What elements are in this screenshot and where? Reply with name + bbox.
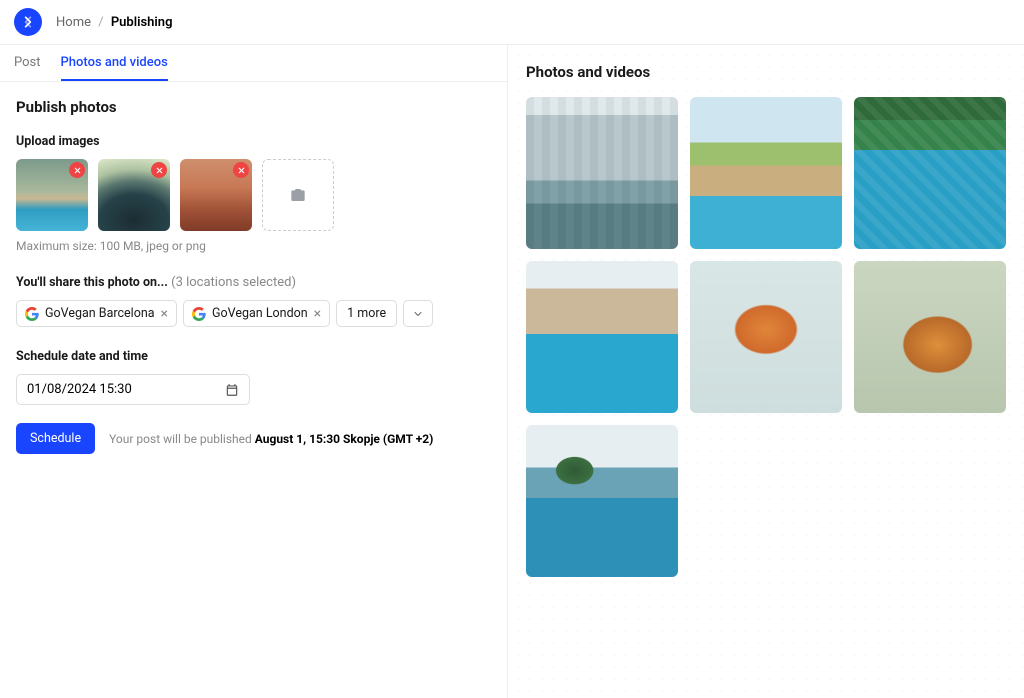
app-logo[interactable]	[14, 8, 42, 36]
publish-hint: Your post will be published August 1, 15…	[109, 432, 433, 446]
upload-thumb[interactable]	[16, 159, 88, 231]
schedule-input-wrapper[interactable]	[16, 374, 250, 405]
upload-hint: Maximum size: 100 MB, jpeg or png	[16, 239, 491, 253]
schedule-input[interactable]	[27, 382, 225, 397]
location-chips: GoVegan Barcelona × GoVegan London × 1 more	[16, 300, 491, 327]
breadcrumb: Home / Publishing	[56, 15, 172, 30]
gallery-image	[854, 261, 1006, 413]
remove-thumb-button[interactable]	[69, 162, 85, 178]
share-label: You'll share this photo on...	[16, 275, 168, 290]
upload-dropzone[interactable]	[262, 159, 334, 231]
publish-hint-prefix: Your post will be published	[109, 432, 255, 446]
close-icon	[237, 166, 246, 175]
preview-gallery	[526, 97, 1006, 577]
tabs: Post Photos and videos	[0, 45, 507, 82]
tab-post[interactable]: Post	[14, 45, 41, 81]
location-dropdown-toggle[interactable]	[403, 300, 433, 327]
tab-photos-and-videos[interactable]: Photos and videos	[61, 45, 168, 81]
more-locations-chip[interactable]: 1 more	[336, 300, 397, 327]
gallery-image	[690, 261, 842, 413]
breadcrumb-current: Publishing	[111, 15, 173, 30]
logo-icon	[21, 15, 35, 29]
upload-thumb[interactable]	[98, 159, 170, 231]
calendar-icon	[225, 383, 239, 397]
camera-icon	[290, 187, 306, 203]
left-panel: Post Photos and videos Publish photos Up…	[0, 45, 508, 698]
gallery-food-plate[interactable]	[854, 261, 1006, 413]
schedule-button[interactable]: Schedule	[16, 423, 95, 454]
location-chip[interactable]: GoVegan Barcelona ×	[16, 300, 177, 327]
gallery-smoothie-fruit[interactable]	[690, 261, 842, 413]
gallery-image	[526, 97, 678, 249]
chip-remove-button[interactable]: ×	[314, 307, 321, 321]
google-icon	[192, 307, 206, 321]
gallery-infinity-pool-trees[interactable]	[526, 425, 678, 577]
chip-remove-button[interactable]: ×	[161, 307, 168, 321]
close-icon	[73, 166, 82, 175]
gallery-palm-pool[interactable]	[690, 97, 842, 249]
gallery-image	[854, 97, 1006, 249]
upload-thumbnails	[16, 159, 491, 231]
gallery-hotel-courtyard[interactable]	[526, 97, 678, 249]
remove-thumb-button[interactable]	[233, 162, 249, 178]
location-chip[interactable]: GoVegan London ×	[183, 300, 330, 327]
header-bar: Home / Publishing	[0, 0, 1024, 45]
publish-hint-time: August 1, 15:30 Skopje (GMT +2)	[255, 432, 434, 446]
gallery-image	[526, 261, 678, 413]
upload-thumb[interactable]	[180, 159, 252, 231]
upload-label: Upload images	[16, 134, 491, 149]
schedule-label: Schedule date and time	[16, 349, 491, 364]
gallery-resort-pool-beige[interactable]	[526, 261, 678, 413]
chevron-down-icon	[412, 308, 424, 320]
share-count: (3 locations selected)	[171, 275, 296, 290]
gallery-pool-aerial[interactable]	[854, 97, 1006, 249]
gallery-image	[526, 425, 678, 577]
preview-title: Photos and videos	[526, 63, 1006, 81]
remove-thumb-button[interactable]	[151, 162, 167, 178]
breadcrumb-home[interactable]: Home	[56, 15, 91, 30]
breadcrumb-separator: /	[98, 15, 103, 30]
page-title: Publish photos	[16, 98, 491, 116]
gallery-image	[690, 97, 842, 249]
close-icon	[155, 166, 164, 175]
preview-panel: Photos and videos	[508, 45, 1024, 698]
chip-label: GoVegan Barcelona	[45, 306, 155, 321]
google-icon	[25, 307, 39, 321]
chip-label: GoVegan London	[212, 306, 308, 321]
